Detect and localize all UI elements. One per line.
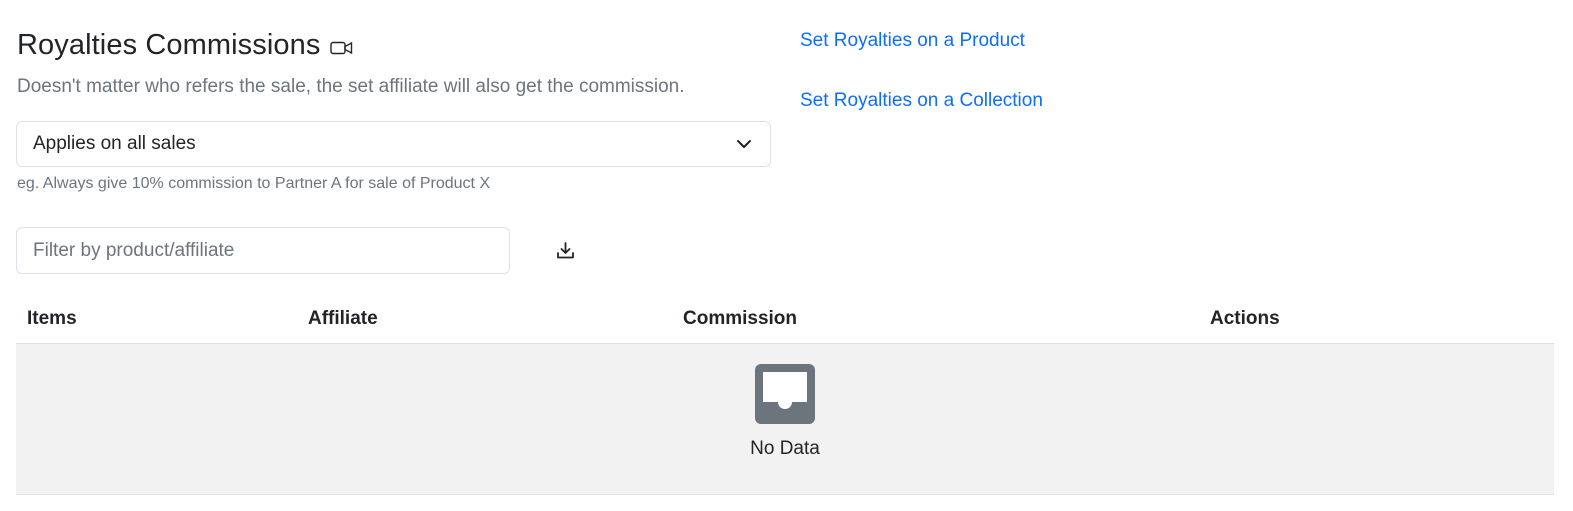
set-royalties-collection-link[interactable]: Set Royalties on a Collection — [800, 89, 1043, 113]
column-header-actions: Actions — [1210, 308, 1280, 329]
column-header-affiliate: Affiliate — [308, 308, 378, 329]
download-button[interactable] — [550, 238, 580, 268]
scope-hint: eg. Always give 10% commission to Partne… — [17, 175, 491, 192]
scope-select[interactable]: Applies on all sales — [16, 121, 771, 167]
scope-select-value: Applies on all sales — [33, 133, 196, 154]
column-header-items: Items — [27, 308, 77, 329]
set-royalties-product-link[interactable]: Set Royalties on a Product — [800, 29, 1043, 53]
table-header: Items Affiliate Commission Actions — [16, 296, 1554, 344]
video-camera-icon[interactable] — [330, 40, 353, 56]
chevron-down-icon — [736, 139, 752, 149]
page-subtitle: Doesn't matter who refers the sale, the … — [17, 76, 685, 97]
page-header: Royalties Commissions — [17, 27, 353, 63]
download-icon — [556, 241, 575, 265]
filter-input[interactable] — [16, 227, 510, 274]
royalty-links: Set Royalties on a Product Set Royalties… — [800, 29, 1043, 113]
inbox-icon — [755, 364, 815, 429]
royalties-table: Items Affiliate Commission Actions No Da… — [16, 296, 1554, 495]
empty-state: No Data — [16, 344, 1554, 495]
no-data-text: No Data — [750, 438, 820, 459]
column-header-commission: Commission — [683, 308, 798, 329]
page-title: Royalties Commissions — [17, 29, 321, 61]
